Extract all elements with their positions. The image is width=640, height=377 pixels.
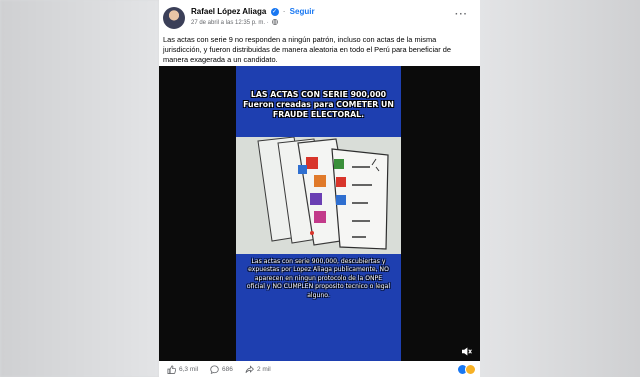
comment-action[interactable]: 686	[210, 365, 233, 374]
share-count: 2 mil	[257, 366, 271, 373]
separator-dot: ·	[282, 7, 286, 16]
speaker-muted-icon[interactable]	[461, 347, 472, 356]
share-action[interactable]: 2 mil	[245, 365, 271, 374]
meta-separator: ·	[266, 20, 269, 26]
globe-icon	[272, 19, 279, 25]
post-header: Rafael López Aliaga ✓ · Seguir 27 de abr…	[163, 6, 476, 30]
author-row: Rafael López Aliaga ✓ · Seguir	[191, 7, 315, 16]
author-avatar[interactable]	[163, 7, 185, 29]
follow-button[interactable]: Seguir	[290, 7, 315, 16]
haha-reaction-icon	[465, 364, 476, 375]
more-options-icon[interactable]: ···	[455, 9, 468, 20]
ballot-photo	[236, 137, 401, 254]
post-footer: 6,3 mil 686 2 mil	[159, 361, 480, 377]
video-caption-overlay: Las actas con serie 900,000, descubierta…	[246, 258, 391, 299]
post-meta: 27 de abril a las 12:35 p. m. ·	[191, 19, 279, 26]
author-name[interactable]: Rafael López Aliaga	[191, 7, 266, 16]
post-timestamp[interactable]: 27 de abril a las 12:35 p. m.	[191, 20, 265, 26]
video-title-overlay: LAS ACTAS CON SERIE 900,000 Fueron cread…	[243, 90, 394, 119]
like-action[interactable]: 6,3 mil	[167, 365, 198, 374]
verified-badge-icon: ✓	[270, 7, 279, 16]
video-player[interactable]: LAS ACTAS CON SERIE 900,000 Fueron cread…	[159, 66, 480, 361]
comment-count: 686	[222, 366, 233, 373]
like-count: 6,3 mil	[179, 366, 199, 373]
comment-icon	[210, 365, 219, 374]
share-icon	[245, 365, 254, 373]
thumbs-up-icon	[167, 365, 176, 374]
background-right	[479, 0, 640, 377]
post-text: Las actas con serie 9 no responden a nin…	[163, 35, 451, 64]
post-card: Rafael López Aliaga ✓ · Seguir 27 de abr…	[159, 0, 480, 377]
video-frame: LAS ACTAS CON SERIE 900,000 Fueron cread…	[236, 66, 401, 361]
background-left	[0, 0, 159, 377]
reactions-summary[interactable]	[457, 364, 476, 375]
